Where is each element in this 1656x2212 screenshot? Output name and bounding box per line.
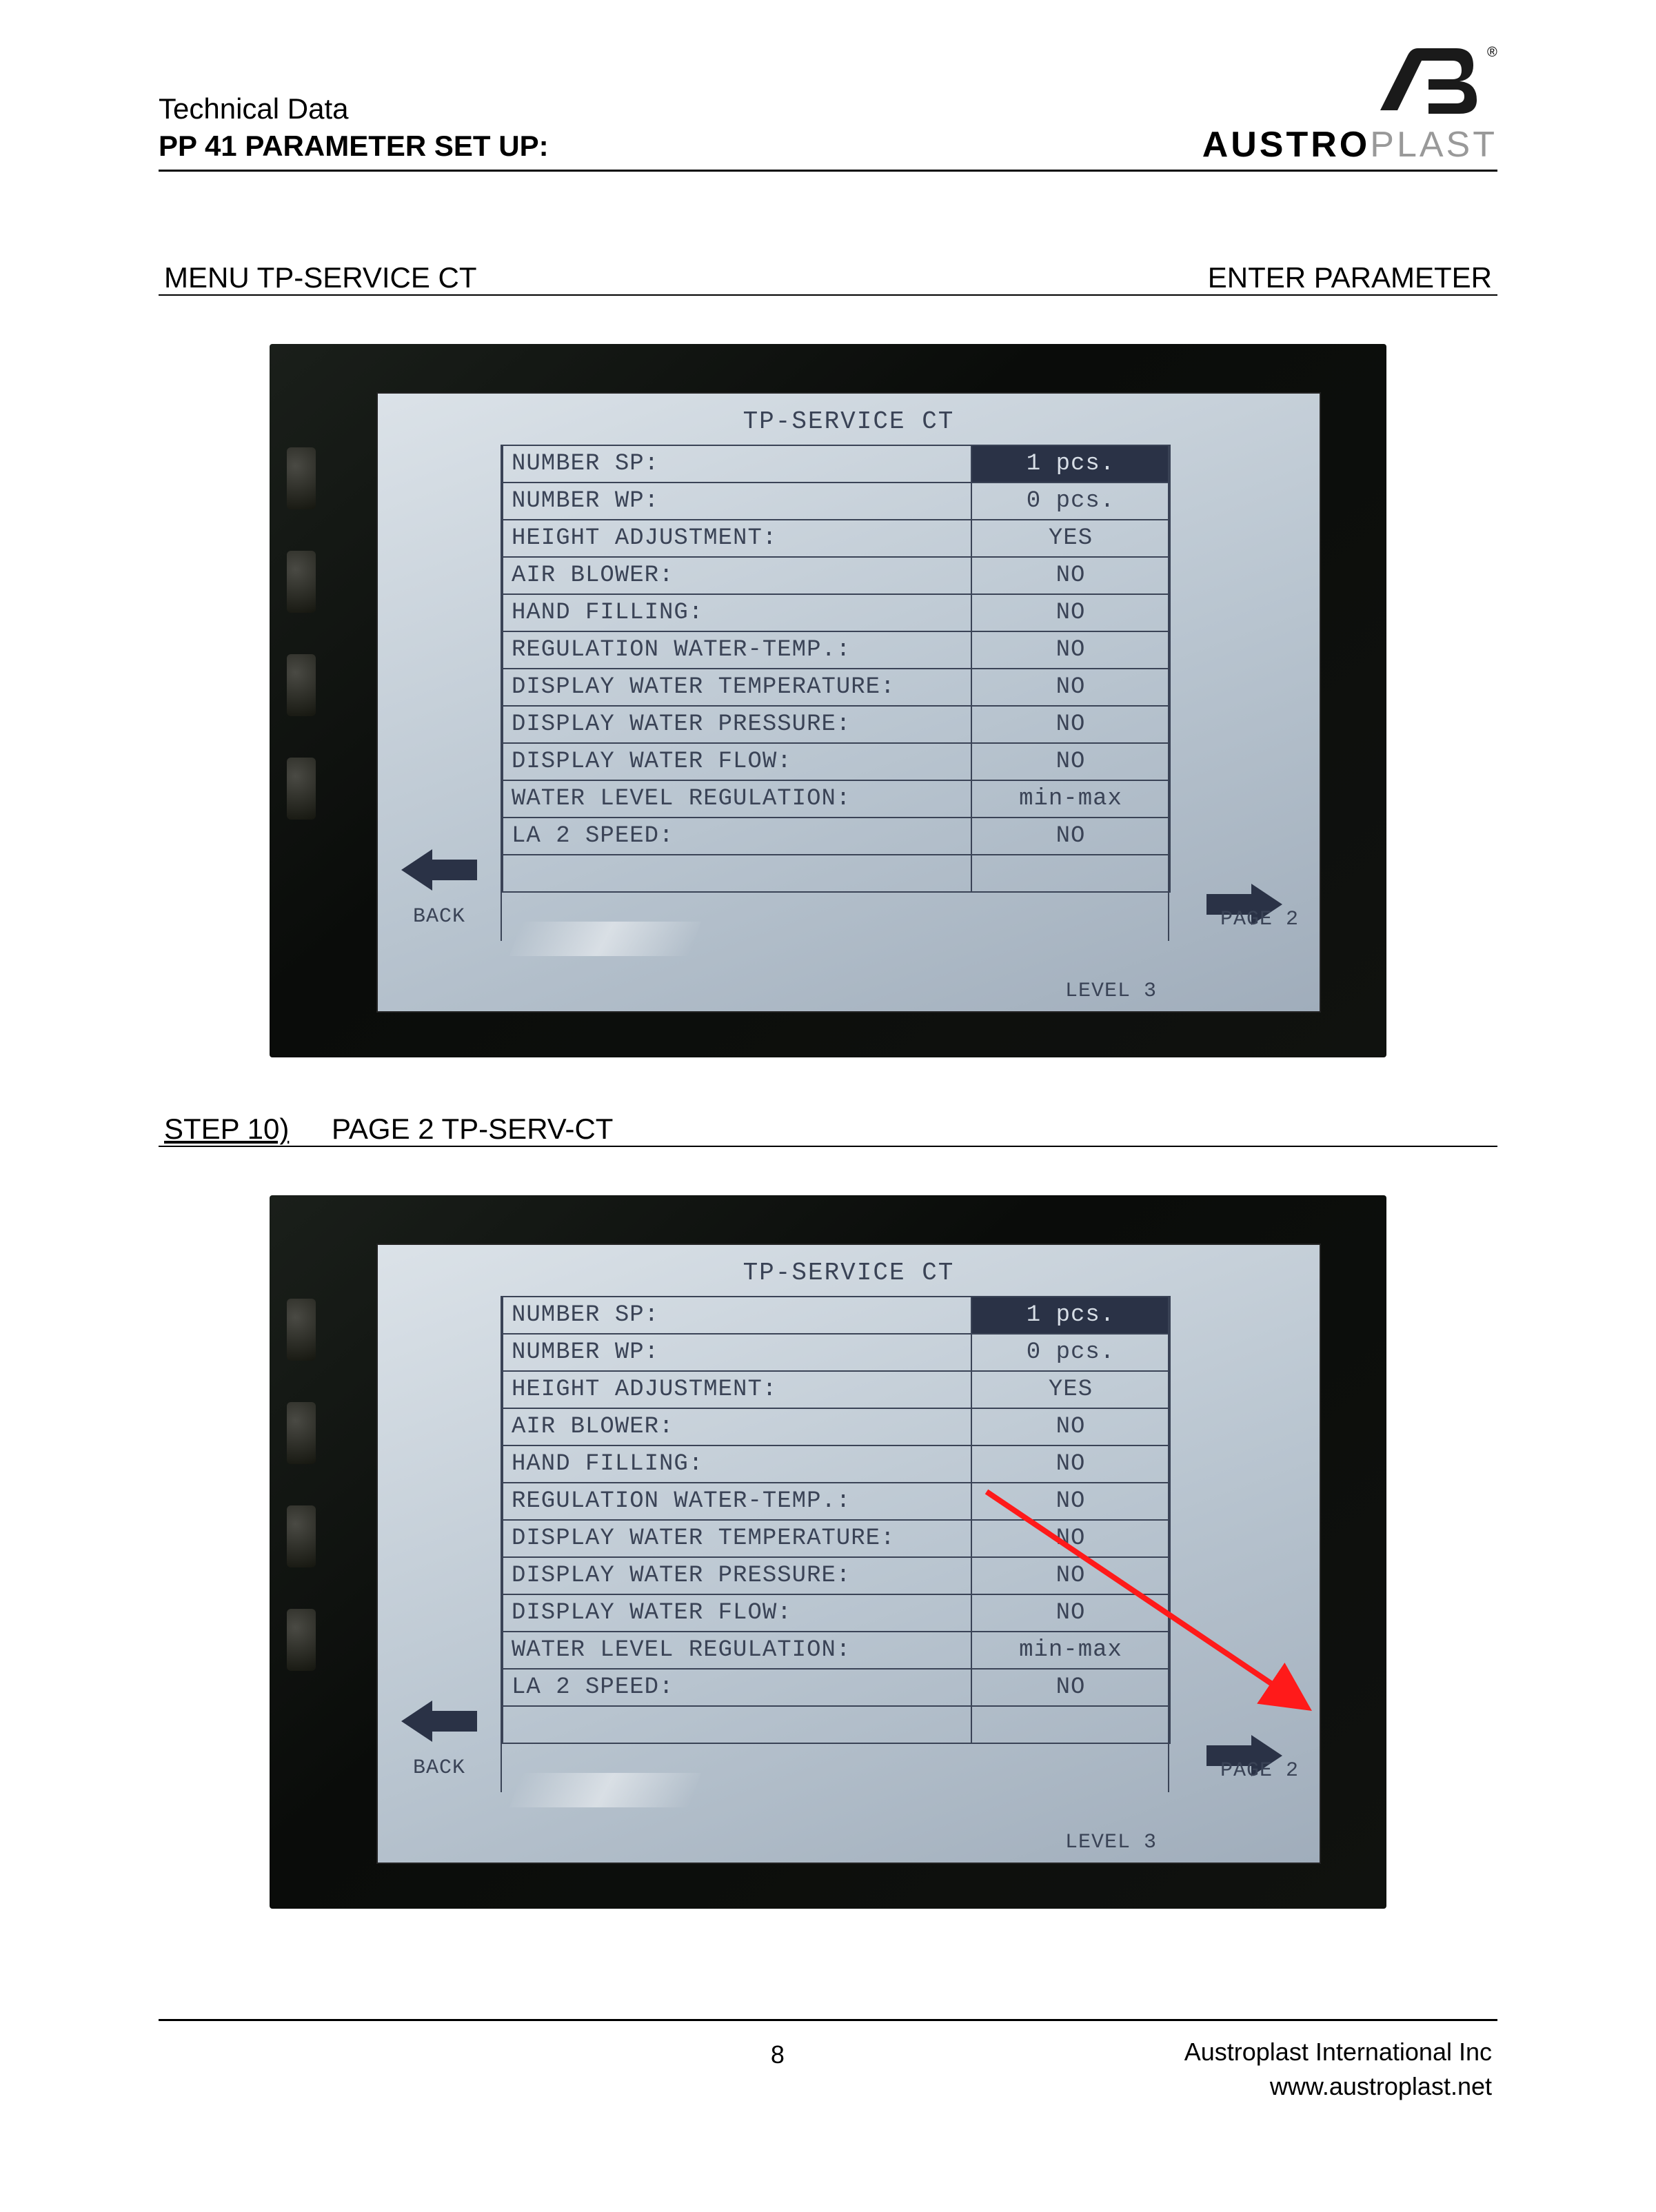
table-row (503, 855, 1169, 893)
lcd-screen: TP-SERVICE CT BACK NUMBER SP:1 pcs. NUMB… (376, 1244, 1321, 1864)
table-row (503, 1707, 1169, 1744)
brand-light: PLAST (1370, 125, 1497, 165)
hw-button (287, 447, 316, 509)
table-row[interactable]: NUMBER WP:0 pcs. (503, 483, 1169, 520)
table-row[interactable]: DISPLAY WATER PRESSURE:NO (503, 707, 1169, 744)
page-footer: 8 Austroplast International Inc www.aust… (159, 2035, 1497, 2104)
section1-left: MENU TP-SERVICE CT (164, 261, 477, 294)
hw-button (287, 1299, 316, 1361)
brand-bold: AUSTRO (1202, 125, 1371, 165)
screen-glare (509, 922, 701, 956)
page2-label: PAGE 2 (1220, 1759, 1299, 1783)
hw-button (287, 758, 316, 820)
page-number: 8 (371, 2035, 1184, 2069)
section-heading-2: STEP 10) PAGE 2 TP-SERV-CT (159, 1113, 1497, 1147)
hw-button (287, 1505, 316, 1567)
table-row[interactable]: AIR BLOWER:NO (503, 558, 1169, 595)
table-row[interactable]: AIR BLOWER:NO (503, 1409, 1169, 1446)
footer-company: Austroplast International Inc www.austro… (1184, 2035, 1492, 2104)
level-label: LEVEL 3 (502, 1831, 1171, 1854)
page-header: Technical Data PP 41 PARAMETER SET UP: ®… (159, 41, 1497, 172)
nav-next-area[interactable]: PAGE 2 (1168, 445, 1320, 941)
hw-button (287, 551, 316, 613)
table-row[interactable]: LA 2 SPEED:NO (503, 1670, 1169, 1707)
step-title: PAGE 2 TP-SERV-CT (332, 1113, 613, 1145)
arrow-left-icon (401, 1697, 477, 1745)
parameter-table: NUMBER SP:1 pcs. NUMBER WP:0 pcs. HEIGHT… (502, 445, 1171, 893)
step-number: STEP 10) (164, 1113, 289, 1146)
footer-rule (159, 2019, 1497, 2021)
nav-back-area[interactable]: BACK (378, 1296, 502, 1792)
table-row[interactable]: DISPLAY WATER TEMPERATURE:NO (503, 669, 1169, 707)
austroplast-logo-icon: ® (1360, 41, 1497, 124)
svg-text:®: ® (1487, 45, 1497, 60)
hw-button (287, 1402, 316, 1464)
back-label: BACK (413, 1756, 465, 1780)
table-row[interactable]: DISPLAY WATER PRESSURE:NO (503, 1558, 1169, 1595)
table-row[interactable]: WATER LEVEL REGULATION:min-max (503, 1632, 1169, 1670)
company-name: Austroplast International Inc (1184, 2035, 1492, 2069)
table-row[interactable]: DISPLAY WATER FLOW:NO (503, 744, 1169, 781)
lcd-screen: TP-SERVICE CT BACK NUMBER SP:1 pcs. NUMB… (376, 392, 1321, 1013)
arrow-left-icon (401, 846, 477, 894)
table-row[interactable]: REGULATION WATER-TEMP.:NO (503, 1483, 1169, 1521)
page2-label: PAGE 2 (1220, 908, 1299, 931)
hw-button (287, 654, 316, 716)
header-line1: Technical Data (159, 90, 549, 128)
level-label: LEVEL 3 (502, 980, 1171, 1003)
header-text: Technical Data PP 41 PARAMETER SET UP: (159, 90, 549, 165)
hw-button (287, 1609, 316, 1671)
table-row[interactable]: REGULATION WATER-TEMP.:NO (503, 632, 1169, 669)
section-heading-1: MENU TP-SERVICE CT ENTER PARAMETER (159, 261, 1497, 296)
header-line2: PP 41 PARAMETER SET UP: (159, 128, 549, 165)
table-row[interactable]: HAND FILLING:NO (503, 1446, 1169, 1483)
physical-buttons-left (287, 447, 316, 820)
table-row[interactable]: LA 2 SPEED:NO (503, 818, 1169, 855)
section1-right: ENTER PARAMETER (1208, 261, 1492, 294)
company-site: www.austroplast.net (1184, 2069, 1492, 2104)
table-row[interactable]: NUMBER SP:1 pcs. (503, 446, 1169, 483)
hmi-photo-2: TP-SERVICE CT BACK NUMBER SP:1 pcs. NUMB… (270, 1195, 1386, 1909)
parameter-table: NUMBER SP:1 pcs. NUMBER WP:0 pcs. HEIGHT… (502, 1296, 1171, 1744)
screen-title: TP-SERVICE CT (378, 394, 1320, 445)
back-label: BACK (413, 905, 465, 929)
hmi-photo-1: TP-SERVICE CT BACK NUMBER SP:1 pcs. NUMB… (270, 344, 1386, 1057)
table-row[interactable]: HAND FILLING:NO (503, 595, 1169, 632)
table-row[interactable]: HEIGHT ADJUSTMENT:YES (503, 1372, 1169, 1409)
table-row[interactable]: HEIGHT ADJUSTMENT:YES (503, 520, 1169, 558)
screen-title: TP-SERVICE CT (378, 1245, 1320, 1297)
table-row[interactable]: NUMBER WP:0 pcs. (503, 1335, 1169, 1372)
screen-glare (509, 1773, 701, 1807)
physical-buttons-left (287, 1299, 316, 1671)
table-row[interactable]: DISPLAY WATER FLOW:NO (503, 1595, 1169, 1632)
table-row[interactable]: WATER LEVEL REGULATION:min-max (503, 781, 1169, 818)
nav-back-area[interactable]: BACK (378, 445, 502, 941)
table-row[interactable]: DISPLAY WATER TEMPERATURE:NO (503, 1521, 1169, 1558)
brand-name: AUSTROPLAST (1202, 124, 1497, 165)
table-row[interactable]: NUMBER SP:1 pcs. (503, 1297, 1169, 1335)
brand-logo: ® AUSTROPLAST (1202, 41, 1497, 165)
nav-next-area[interactable]: PAGE 2 (1168, 1296, 1320, 1792)
